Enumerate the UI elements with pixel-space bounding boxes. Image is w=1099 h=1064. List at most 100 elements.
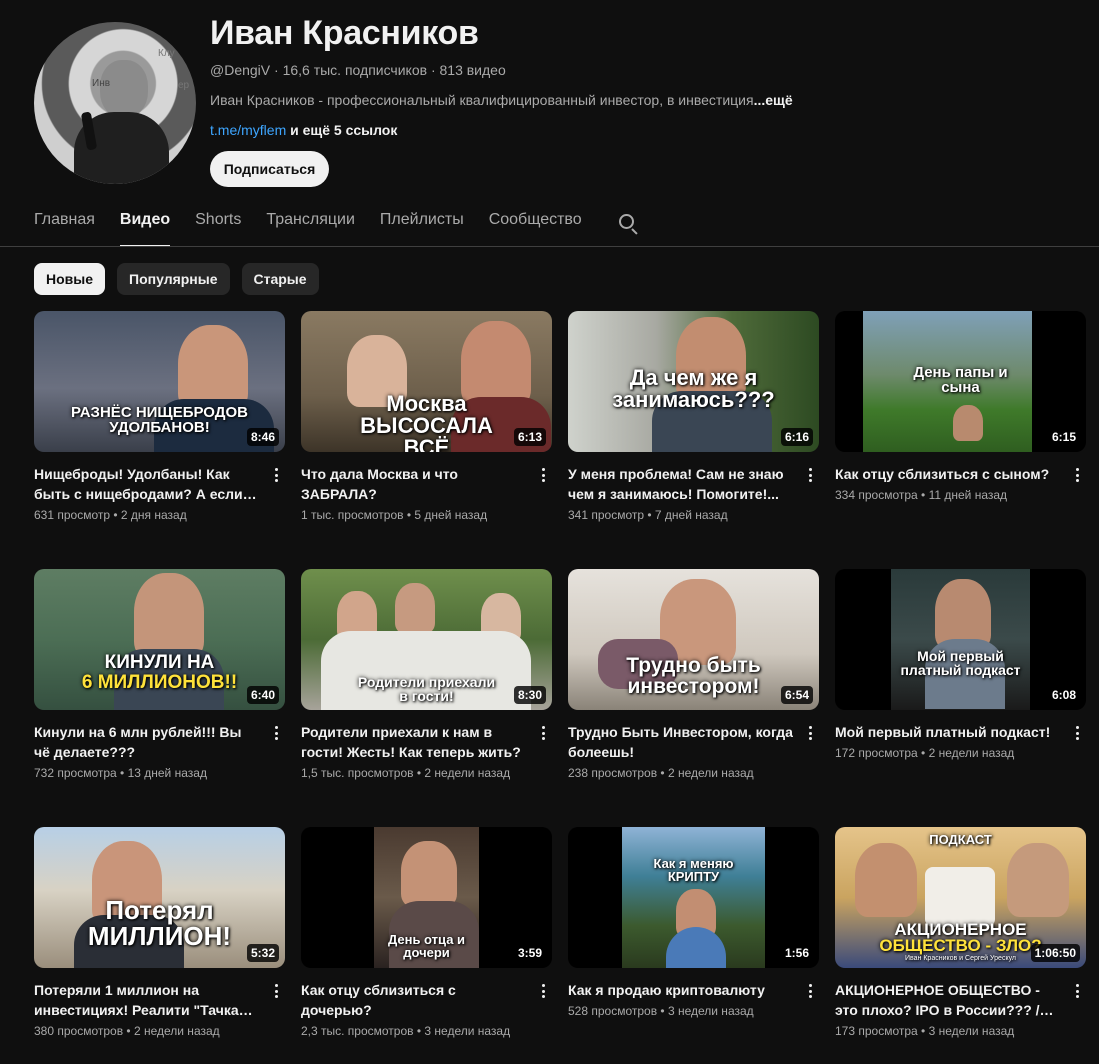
more-options-icon[interactable] [269,466,283,484]
video-card[interactable]: ПОДКАСТ АКЦИОНЕРНОЕ ОБЩЕСТВО - ЗЛО? Иван… [835,827,1086,1064]
video-card[interactable]: День отца и дочери 3:59 Как отцу сблизит… [301,827,552,1064]
video-duration: 1:06:50 [1030,944,1080,962]
video-card[interactable]: День папы и сына 6:15 Как отцу сблизитьс… [835,311,1086,569]
more-options-icon[interactable] [1070,724,1084,742]
thumbnail-caption: Мой первый платный подкаст [900,648,1021,678]
video-duration: 6:16 [780,428,813,446]
video-title[interactable]: Трудно Быть Инвестором, когда болеешь! [568,722,793,762]
video-card[interactable]: Как я меняю КРИПТУ 1:56 Как я продаю кри… [568,827,819,1064]
thumbnail-caption-top: ПОДКАСТ [929,832,992,847]
video-card[interactable]: Москва ВЫСОСАЛА ВСЁ 6:13 Что дала Москва… [301,311,552,569]
video-meta: 238 просмотров • 2 недели назад [568,766,754,780]
video-meta: 732 просмотра • 13 дней назад [34,766,207,780]
channel-links: t.me/myflem и ещё 5 ссылок [210,122,397,138]
video-meta: 528 просмотров • 3 недели назад [568,1004,754,1018]
video-card[interactable]: Потерял МИЛЛИОН! 5:32 Потеряли 1 миллион… [34,827,285,1064]
avatar-text-3: ер [178,80,190,91]
avatar-text-2: Инв [92,78,111,89]
tab-community[interactable]: Сообщество [489,203,582,247]
thumbnail-caption: Потерял МИЛЛИОН! [87,895,232,951]
telegram-link[interactable]: t.me/myflem [210,122,286,138]
video-thumbnail[interactable]: Родители приехали в гости! 8:30 [301,569,552,710]
tabs-divider [0,246,1099,247]
video-meta: 173 просмотра • 3 недели назад [835,1024,1015,1038]
video-grid: РАЗНЁС НИЩЕБРОДОВ УДОЛБАНОВ! 8:46 Нищебр… [34,311,1088,1064]
chip-oldest[interactable]: Старые [241,263,319,295]
video-thumbnail[interactable]: День папы и сына 6:15 [835,311,1086,452]
channel-description-text: Иван Красников - профессиональный квалиф… [210,92,754,108]
video-thumbnail[interactable]: Потерял МИЛЛИОН! 5:32 [34,827,285,968]
video-duration: 1:56 [780,944,813,962]
video-title[interactable]: Как отцу сблизиться с сыном? [835,464,1060,484]
video-thumbnail[interactable]: Москва ВЫСОСАЛА ВСЁ 6:13 [301,311,552,452]
avatar-text-1: Клу [158,48,175,59]
more-options-icon[interactable] [536,724,550,742]
channel-header: Клу Инв ер Иван Красников @DengiV · 16,6… [34,14,1074,193]
tab-live[interactable]: Трансляции [266,203,355,247]
video-title[interactable]: Как я продаю криптовалюту [568,980,793,1000]
video-card[interactable]: КИНУЛИ НА 6 МИЛЛИОНОВ!! 6:40 Кинули на 6… [34,569,285,827]
video-duration: 3:59 [513,944,546,962]
tab-playlists[interactable]: Плейлисты [380,203,464,247]
channel-description[interactable]: Иван Красников - профессиональный квалиф… [210,92,810,108]
chip-popular[interactable]: Популярные [117,263,230,295]
thumbnail-caption: День папы и сына [913,364,1008,396]
video-title[interactable]: Нищеброды! Удолбаны! Как быть с нищеброд… [34,464,259,504]
channel-tabs: Главная Видео Shorts Трансляции Плейлист… [34,203,639,247]
video-thumbnail[interactable]: ПОДКАСТ АКЦИОНЕРНОЕ ОБЩЕСТВО - ЗЛО? Иван… [835,827,1086,968]
video-title[interactable]: Кинули на 6 млн рублей!!! Вы чё делаете?… [34,722,259,762]
video-meta: 334 просмотра • 11 дней назад [835,488,1008,502]
video-duration: 6:13 [513,428,546,446]
video-card[interactable]: Мой первый платный подкаст 6:08 Мой перв… [835,569,1086,827]
sort-chips: Новые Популярные Старые [34,263,319,295]
video-duration: 5:32 [246,944,279,962]
video-card[interactable]: РАЗНЁС НИЩЕБРОДОВ УДОЛБАНОВ! 8:46 Нищебр… [34,311,285,569]
more-links[interactable]: и ещё 5 ссылок [286,122,397,138]
thumbnail-caption: Да чем же я занимаюсь??? [612,365,775,412]
subscribe-button[interactable]: Подписаться [210,151,329,187]
video-card[interactable]: Трудно быть инвестором! 6:54 Трудно Быть… [568,569,819,827]
video-thumbnail[interactable]: День отца и дочери 3:59 [301,827,552,968]
video-title[interactable]: Что дала Москва и что ЗАБРАЛА? [301,464,526,504]
video-thumbnail[interactable]: РАЗНЁС НИЩЕБРОДОВ УДОЛБАНОВ! 8:46 [34,311,285,452]
thumbnail-caption: КИНУЛИ НА [104,652,215,673]
video-meta: 341 просмотр • 7 дней назад [568,508,728,522]
channel-name: Иван Красников [210,14,479,52]
video-title[interactable]: Родители приехали к нам в гости! Жесть! … [301,722,526,762]
video-thumbnail[interactable]: Трудно быть инвестором! 6:54 [568,569,819,710]
tab-home[interactable]: Главная [34,203,95,247]
more-options-icon[interactable] [803,466,817,484]
video-title[interactable]: Как отцу сблизиться с дочерью? [301,980,526,1020]
video-card[interactable]: Да чем же я занимаюсь??? 6:16 У меня про… [568,311,819,569]
description-more-link[interactable]: ...ещё [754,92,793,108]
avatar-head [100,60,148,118]
more-options-icon[interactable] [536,982,550,1000]
tab-shorts[interactable]: Shorts [195,203,241,247]
video-meta: 1,5 тыс. просмотров • 2 недели назад [301,766,511,780]
more-options-icon[interactable] [1070,466,1084,484]
video-duration: 6:40 [246,686,279,704]
chip-newest[interactable]: Новые [34,263,106,295]
search-icon[interactable] [617,212,639,235]
video-thumbnail[interactable]: Мой первый платный подкаст 6:08 [835,569,1086,710]
more-options-icon[interactable] [803,982,817,1000]
more-options-icon[interactable] [1070,982,1084,1000]
video-meta: 380 просмотров • 2 недели назад [34,1024,220,1038]
video-title[interactable]: Мой первый платный подкаст! [835,722,1060,742]
more-options-icon[interactable] [269,724,283,742]
more-options-icon[interactable] [803,724,817,742]
video-title[interactable]: У меня проблема! Сам не знаю чем я заним… [568,464,793,504]
video-thumbnail[interactable]: Да чем же я занимаюсь??? 6:16 [568,311,819,452]
more-options-icon[interactable] [269,982,283,1000]
video-meta: 172 просмотра • 2 недели назад [835,746,1015,760]
video-thumbnail[interactable]: Как я меняю КРИПТУ 1:56 [568,827,819,968]
channel-avatar[interactable]: Клу Инв ер [34,22,196,184]
video-title[interactable]: АКЦИОНЕРНОЕ ОБЩЕСТВО - это плохо? IPO в … [835,980,1060,1020]
tab-videos[interactable]: Видео [119,203,171,247]
video-title[interactable]: Потеряли 1 миллион на инвестициях! Реали… [34,980,259,1020]
video-duration: 6:08 [1047,686,1080,704]
video-card[interactable]: Родители приехали в гости! 8:30 Родители… [301,569,552,827]
more-options-icon[interactable] [536,466,550,484]
video-thumbnail[interactable]: КИНУЛИ НА 6 МИЛЛИОНОВ!! 6:40 [34,569,285,710]
video-meta: 2,3 тыс. просмотров • 3 недели назад [301,1024,511,1038]
